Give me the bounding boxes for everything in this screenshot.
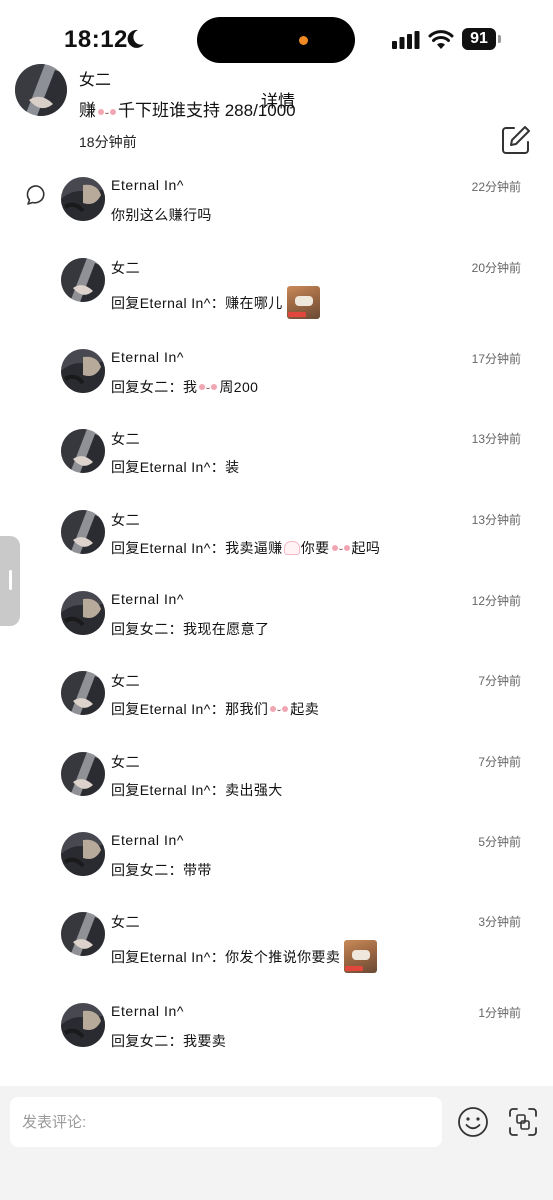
comment-text-part: 回复女二：我现在愿意了 — [111, 621, 270, 637]
commenter-avatar[interactable] — [61, 510, 105, 554]
comment-text-part: 你要 — [300, 540, 330, 556]
side-drawer-handle[interactable] — [0, 536, 20, 626]
post-text-part: 赚 — [79, 101, 96, 120]
comment-text: 回复Eternal In^：你发个推说你要卖 — [111, 940, 378, 973]
status-bar: 18:12 91 — [0, 0, 553, 63]
comment-time: 5分钟前 — [478, 835, 521, 849]
comment-text: 你别这么赚行吗 — [111, 205, 212, 225]
comment-text: 回复Eternal In^：装 — [111, 457, 240, 477]
comment-text-part: 回复女二：带带 — [111, 862, 212, 878]
comment-image-thumbnail[interactable] — [344, 940, 378, 973]
comment-time: 1分钟前 — [478, 1006, 521, 1020]
commenter-avatar[interactable] — [61, 177, 105, 221]
comment-text-part: 回复Eternal In^：你发个推说你要卖 — [111, 948, 341, 965]
commenter-name[interactable]: 女二 — [111, 510, 140, 530]
commenter-name[interactable]: 女二 — [111, 912, 140, 932]
emoji-icon[interactable] — [457, 1106, 489, 1138]
comment-text-part: 回复Eternal In^：赚在哪儿 — [111, 294, 283, 311]
commenter-avatar[interactable] — [61, 349, 105, 393]
comment-time: 17分钟前 — [471, 352, 521, 366]
post-author-avatar[interactable] — [15, 64, 67, 116]
comment-bubble-icon[interactable] — [26, 184, 48, 206]
commenter-name[interactable]: Eternal In^ — [111, 177, 184, 193]
commenter-avatar[interactable] — [61, 912, 105, 956]
comment-image-thumbnail[interactable] — [286, 286, 320, 319]
commenter-name[interactable]: Eternal In^ — [111, 349, 184, 365]
comment-text-part: 起吗 — [351, 540, 381, 556]
comment-text-part: 回复女二：我要卖 — [111, 1033, 227, 1049]
comment-time: 3分钟前 — [478, 915, 521, 929]
bottom-bar — [0, 1086, 553, 1200]
comment-time: 7分钟前 — [478, 674, 521, 688]
commenter-name[interactable]: 女二 — [111, 258, 140, 278]
comment-text-part: 回复Eternal In^：那我们 — [111, 701, 269, 717]
comment-text-part: 你别这么赚行吗 — [111, 207, 212, 223]
commenter-avatar[interactable] — [61, 752, 105, 796]
commenter-avatar[interactable] — [61, 1003, 105, 1047]
comment-input[interactable] — [10, 1097, 442, 1147]
blush-emoji-icon — [269, 703, 289, 715]
post-author-name[interactable]: 女二 — [79, 66, 111, 90]
comment-text: 回复女二：带带 — [111, 860, 212, 880]
scan-icon[interactable] — [507, 1106, 539, 1138]
commenter-avatar[interactable] — [61, 591, 105, 635]
commenter-name[interactable]: 女二 — [111, 752, 140, 772]
comment-time: 7分钟前 — [478, 755, 521, 769]
commenter-name[interactable]: Eternal In^ — [111, 832, 184, 848]
comment-text: 回复Eternal In^：卖出强大 — [111, 780, 283, 800]
battery-level: 91 — [462, 28, 496, 50]
moon-icon — [127, 29, 144, 48]
commenter-name[interactable]: 女二 — [111, 429, 140, 449]
status-time: 18:12 — [64, 26, 128, 53]
comment-text-part: 回复女二：我 — [111, 379, 198, 395]
heart-emoji-icon — [283, 541, 300, 555]
comment-time: 12分钟前 — [471, 594, 521, 608]
edit-icon[interactable] — [500, 124, 532, 156]
comment-text: 回复Eternal In^：赚在哪儿 — [111, 286, 320, 319]
commenter-name[interactable]: Eternal In^ — [111, 591, 184, 607]
comment-time: 13分钟前 — [471, 513, 521, 527]
recording-dot-icon — [299, 36, 308, 45]
commenter-avatar[interactable] — [61, 429, 105, 473]
comment-text: 回复Eternal In^：那我们 起卖 — [111, 699, 319, 719]
cellular-signal-icon — [392, 31, 420, 49]
commenter-avatar[interactable] — [61, 832, 105, 876]
comment-text-part: 回复Eternal In^：我卖逼赚 — [111, 540, 283, 556]
commenter-name[interactable]: 女二 — [111, 671, 140, 691]
comment-text: 回复女二：我要卖 — [111, 1031, 226, 1051]
commenter-name[interactable]: Eternal In^ — [111, 1003, 184, 1019]
comment-text: 回复Eternal In^：我卖逼赚 你要 起吗 — [111, 538, 380, 558]
commenter-avatar[interactable] — [61, 671, 105, 715]
blush-emoji-icon — [331, 542, 351, 554]
comment-text-part: 回复Eternal In^：卖出强大 — [111, 782, 283, 798]
post-time: 18分钟前 — [79, 134, 137, 150]
comment-text-part: 回复Eternal In^：装 — [111, 459, 240, 475]
dynamic-island — [197, 17, 355, 63]
comment-text-part: 周200 — [219, 379, 259, 395]
comment-time: 13分钟前 — [471, 432, 521, 446]
comment-time: 20分钟前 — [471, 261, 521, 275]
detail-link[interactable]: 详情 — [261, 87, 295, 112]
comment-text-part: 起卖 — [290, 701, 320, 717]
blush-emoji-icon — [198, 381, 218, 393]
comment-text: 回复女二：我现在愿意了 — [111, 619, 269, 639]
commenter-avatar[interactable] — [61, 258, 105, 302]
comment-text: 回复女二：我 周200 — [111, 377, 258, 397]
wifi-icon — [428, 30, 454, 49]
comment-time: 22分钟前 — [471, 180, 521, 194]
battery-indicator: 91 — [462, 28, 502, 50]
battery-cap-icon — [498, 35, 501, 43]
blush-emoji-icon — [97, 106, 117, 118]
